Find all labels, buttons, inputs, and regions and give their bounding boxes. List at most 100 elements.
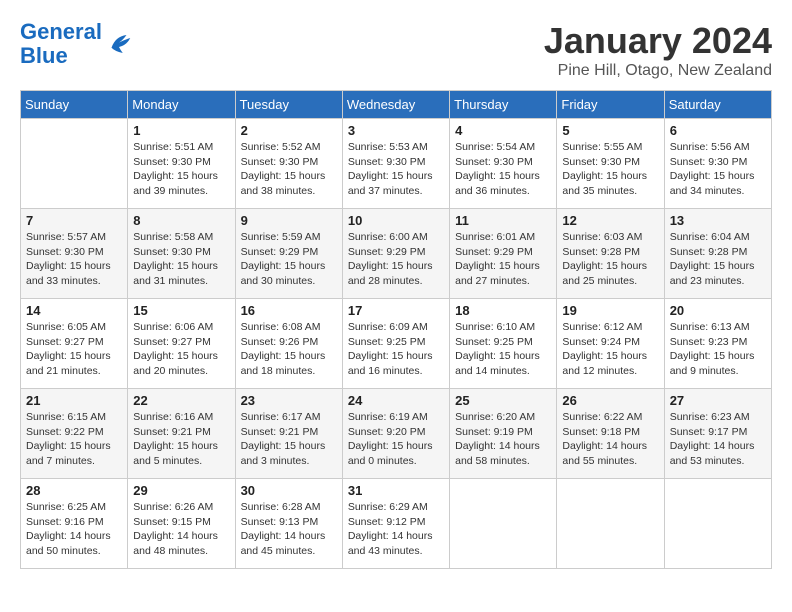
calendar-cell: 8 Sunrise: 5:58 AMSunset: 9:30 PMDaylight… (128, 209, 235, 299)
day-info: Sunrise: 5:51 AMSunset: 9:30 PMDaylight:… (133, 140, 229, 199)
day-info: Sunrise: 5:58 AMSunset: 9:30 PMDaylight:… (133, 230, 229, 289)
calendar-cell: 2 Sunrise: 5:52 AMSunset: 9:30 PMDaylight… (235, 119, 342, 209)
day-info: Sunrise: 5:55 AMSunset: 9:30 PMDaylight:… (562, 140, 658, 199)
calendar-cell: 1 Sunrise: 5:51 AMSunset: 9:30 PMDaylight… (128, 119, 235, 209)
calendar-cell: 29Sunrise: 6:26 AMSunset: 9:15 PMDayligh… (128, 479, 235, 569)
day-number: 31 (348, 483, 444, 498)
day-info: Sunrise: 6:17 AMSunset: 9:21 PMDaylight:… (241, 410, 337, 469)
title-area: January 2024 Pine Hill, Otago, New Zeala… (544, 20, 772, 80)
day-info: Sunrise: 6:23 AMSunset: 9:17 PMDaylight:… (670, 410, 766, 469)
day-number: 1 (133, 123, 229, 138)
day-info: Sunrise: 6:20 AMSunset: 9:19 PMDaylight:… (455, 410, 551, 469)
week-row-5: 28Sunrise: 6:25 AMSunset: 9:16 PMDayligh… (21, 479, 772, 569)
weekday-header-monday: Monday (128, 91, 235, 119)
weekday-header-friday: Friday (557, 91, 664, 119)
day-number: 27 (670, 393, 766, 408)
calendar-cell: 26Sunrise: 6:22 AMSunset: 9:18 PMDayligh… (557, 389, 664, 479)
calendar-cell: 22 Sunrise: 6:16 AMSunset: 9:21 PMDayligh… (128, 389, 235, 479)
day-number: 7 (26, 213, 122, 228)
day-info: Sunrise: 6:22 AMSunset: 9:18 PMDaylight:… (562, 410, 658, 469)
weekday-header-thursday: Thursday (450, 91, 557, 119)
calendar-cell: 21 Sunrise: 6:15 AMSunset: 9:22 PMDayligh… (21, 389, 128, 479)
day-number: 11 (455, 213, 551, 228)
day-info: Sunrise: 6:06 AMSunset: 9:27 PMDaylight:… (133, 320, 229, 379)
day-info: Sunrise: 6:01 AMSunset: 9:29 PMDaylight:… (455, 230, 551, 289)
day-number: 13 (670, 213, 766, 228)
calendar-cell: 18 Sunrise: 6:10 AMSunset: 9:25 PMDayligh… (450, 299, 557, 389)
calendar-cell: 19Sunrise: 6:12 AMSunset: 9:24 PMDayligh… (557, 299, 664, 389)
calendar-cell: 16Sunrise: 6:08 AMSunset: 9:26 PMDayligh… (235, 299, 342, 389)
day-info: Sunrise: 6:00 AMSunset: 9:29 PMDaylight:… (348, 230, 444, 289)
calendar-cell: 30 Sunrise: 6:28 AMSunset: 9:13 PMDayligh… (235, 479, 342, 569)
logo-line1: General (20, 19, 102, 44)
logo: General Blue (20, 20, 134, 68)
calendar-cell: 24 Sunrise: 6:19 AMSunset: 9:20 PMDayligh… (342, 389, 449, 479)
calendar-cell: 10Sunrise: 6:00 AMSunset: 9:29 PMDayligh… (342, 209, 449, 299)
day-info: Sunrise: 6:10 AMSunset: 9:25 PMDaylight:… (455, 320, 551, 379)
day-number: 6 (670, 123, 766, 138)
week-row-4: 21 Sunrise: 6:15 AMSunset: 9:22 PMDayligh… (21, 389, 772, 479)
day-number: 20 (670, 303, 766, 318)
calendar-cell: 5 Sunrise: 5:55 AMSunset: 9:30 PMDaylight… (557, 119, 664, 209)
calendar-cell: 28Sunrise: 6:25 AMSunset: 9:16 PMDayligh… (21, 479, 128, 569)
weekday-header-row: SundayMondayTuesdayWednesdayThursdayFrid… (21, 91, 772, 119)
calendar-cell: 4 Sunrise: 5:54 AMSunset: 9:30 PMDaylight… (450, 119, 557, 209)
day-number: 30 (241, 483, 337, 498)
day-number: 4 (455, 123, 551, 138)
day-info: Sunrise: 5:52 AMSunset: 9:30 PMDaylight:… (241, 140, 337, 199)
calendar-cell (21, 119, 128, 209)
calendar-cell: 31Sunrise: 6:29 AMSunset: 9:12 PMDayligh… (342, 479, 449, 569)
day-info: Sunrise: 5:54 AMSunset: 9:30 PMDaylight:… (455, 140, 551, 199)
calendar-cell: 9 Sunrise: 5:59 AMSunset: 9:29 PMDaylight… (235, 209, 342, 299)
calendar-cell: 6Sunrise: 5:56 AMSunset: 9:30 PMDaylight… (664, 119, 771, 209)
weekday-header-sunday: Sunday (21, 91, 128, 119)
week-row-1: 1 Sunrise: 5:51 AMSunset: 9:30 PMDaylight… (21, 119, 772, 209)
day-info: Sunrise: 6:09 AMSunset: 9:25 PMDaylight:… (348, 320, 444, 379)
calendar-cell: 12 Sunrise: 6:03 AMSunset: 9:28 PMDayligh… (557, 209, 664, 299)
weekday-header-tuesday: Tuesday (235, 91, 342, 119)
day-number: 22 (133, 393, 229, 408)
week-row-3: 14Sunrise: 6:05 AMSunset: 9:27 PMDayligh… (21, 299, 772, 389)
day-info: Sunrise: 6:25 AMSunset: 9:16 PMDaylight:… (26, 500, 122, 559)
day-number: 29 (133, 483, 229, 498)
day-number: 21 (26, 393, 122, 408)
day-number: 18 (455, 303, 551, 318)
day-info: Sunrise: 6:13 AMSunset: 9:23 PMDaylight:… (670, 320, 766, 379)
day-number: 5 (562, 123, 658, 138)
calendar-cell (664, 479, 771, 569)
calendar-cell: 27 Sunrise: 6:23 AMSunset: 9:17 PMDayligh… (664, 389, 771, 479)
weekday-header-wednesday: Wednesday (342, 91, 449, 119)
day-number: 19 (562, 303, 658, 318)
day-info: Sunrise: 5:57 AMSunset: 9:30 PMDaylight:… (26, 230, 122, 289)
day-info: Sunrise: 6:03 AMSunset: 9:28 PMDaylight:… (562, 230, 658, 289)
calendar-cell: 14Sunrise: 6:05 AMSunset: 9:27 PMDayligh… (21, 299, 128, 389)
day-number: 24 (348, 393, 444, 408)
day-info: Sunrise: 6:19 AMSunset: 9:20 PMDaylight:… (348, 410, 444, 469)
calendar-cell: 3Sunrise: 5:53 AMSunset: 9:30 PMDaylight… (342, 119, 449, 209)
month-title: January 2024 (544, 20, 772, 62)
day-info: Sunrise: 6:16 AMSunset: 9:21 PMDaylight:… (133, 410, 229, 469)
calendar-cell: 7 Sunrise: 5:57 AMSunset: 9:30 PMDaylight… (21, 209, 128, 299)
location-title: Pine Hill, Otago, New Zealand (544, 62, 772, 80)
day-number: 12 (562, 213, 658, 228)
day-number: 9 (241, 213, 337, 228)
calendar-cell (557, 479, 664, 569)
calendar-cell (450, 479, 557, 569)
day-info: Sunrise: 6:15 AMSunset: 9:22 PMDaylight:… (26, 410, 122, 469)
day-number: 17 (348, 303, 444, 318)
day-number: 3 (348, 123, 444, 138)
day-number: 8 (133, 213, 229, 228)
day-number: 2 (241, 123, 337, 138)
calendar-cell: 25 Sunrise: 6:20 AMSunset: 9:19 PMDayligh… (450, 389, 557, 479)
day-info: Sunrise: 6:28 AMSunset: 9:13 PMDaylight:… (241, 500, 337, 559)
day-info: Sunrise: 6:05 AMSunset: 9:27 PMDaylight:… (26, 320, 122, 379)
day-number: 25 (455, 393, 551, 408)
calendar-cell: 17 Sunrise: 6:09 AMSunset: 9:25 PMDayligh… (342, 299, 449, 389)
calendar-cell: 23Sunrise: 6:17 AMSunset: 9:21 PMDayligh… (235, 389, 342, 479)
day-number: 15 (133, 303, 229, 318)
calendar-cell: 13Sunrise: 6:04 AMSunset: 9:28 PMDayligh… (664, 209, 771, 299)
logo-bird-icon (104, 29, 134, 59)
weekday-header-saturday: Saturday (664, 91, 771, 119)
day-info: Sunrise: 5:59 AMSunset: 9:29 PMDaylight:… (241, 230, 337, 289)
calendar-cell: 15 Sunrise: 6:06 AMSunset: 9:27 PMDayligh… (128, 299, 235, 389)
